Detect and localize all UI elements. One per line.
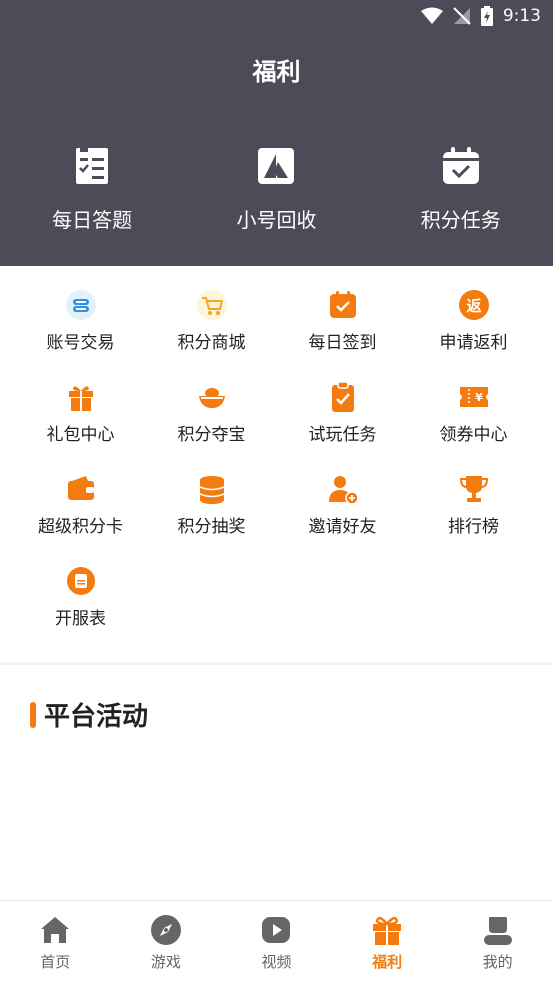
grid-item-label: 领券中心 xyxy=(439,425,508,445)
grid-item-points-lottery[interactable]: 积分抽奖 xyxy=(146,472,277,564)
top-features: 每日答题 小号回收 积分任务 xyxy=(0,146,553,233)
invite-user-icon xyxy=(328,476,359,505)
grid-item-rebate[interactable]: 返 申请返利 xyxy=(408,288,539,380)
bottom-tab-bar: 首页 游戏 视频 福利 我的 xyxy=(0,900,553,983)
user-icon xyxy=(483,917,512,945)
top-feature-points-task[interactable]: 积分任务 xyxy=(369,146,553,233)
grid-item-label: 邀请好友 xyxy=(308,517,377,537)
grid-item-label: 开服表 xyxy=(55,609,106,629)
tab-video[interactable]: 视频 xyxy=(221,901,332,983)
grid-item-daily-signin[interactable]: 每日签到 xyxy=(277,288,408,380)
grid-item-label: 积分抽奖 xyxy=(177,517,246,537)
grid-item-label: 排行榜 xyxy=(448,517,499,537)
grid-item-label: 申请返利 xyxy=(439,333,508,353)
server-list-icon xyxy=(66,567,95,595)
svg-text:返: 返 xyxy=(466,297,481,315)
grid-item-label: 超级积分卡 xyxy=(38,517,123,537)
coupon-icon: ¥ xyxy=(459,387,488,407)
grid-item-server-list[interactable]: 开服表 xyxy=(15,564,146,656)
svg-text:¥: ¥ xyxy=(475,391,483,404)
status-time: 9:13 xyxy=(502,6,541,26)
status-bar: 9:13 xyxy=(0,0,553,32)
rebate-icon: 返 xyxy=(458,290,489,320)
clipboard-task-icon xyxy=(331,381,354,412)
tab-label: 视频 xyxy=(261,953,292,971)
play-icon xyxy=(262,917,291,943)
daily-signin-icon xyxy=(329,291,356,318)
tab-label: 游戏 xyxy=(150,953,181,971)
top-feature-recycle[interactable]: 小号回收 xyxy=(184,146,368,233)
tab-label: 我的 xyxy=(482,953,513,971)
wallet-card-icon xyxy=(67,476,94,500)
tab-mine[interactable]: 我的 xyxy=(442,901,553,983)
wifi-icon xyxy=(420,7,443,24)
grid-item-label: 积分夺宝 xyxy=(177,425,246,445)
grid-item-label: 礼包中心 xyxy=(46,425,115,445)
gift-icon xyxy=(373,916,402,945)
section-divider xyxy=(0,662,553,665)
battery-charging-icon xyxy=(480,6,493,26)
grid-item-label: 账号交易 xyxy=(46,333,115,353)
grid-item-points-treasure[interactable]: 积分夺宝 xyxy=(146,380,277,472)
quiz-checklist-icon xyxy=(76,146,109,184)
page-title: 福利 xyxy=(252,58,301,86)
grid-item-super-points-card[interactable]: 超级积分卡 xyxy=(15,472,146,564)
compass-icon xyxy=(150,915,181,945)
tab-label: 福利 xyxy=(372,953,403,971)
grid-item-leaderboard[interactable]: 排行榜 xyxy=(408,472,539,564)
top-feature-label: 每日答题 xyxy=(52,208,133,232)
grid-item-gift-center[interactable]: 礼包中心 xyxy=(15,380,146,472)
welfare-header: 9:13 福利 每日答题 小号回收 积分任务 xyxy=(0,0,553,266)
grid-item-points-mall[interactable]: 积分商城 xyxy=(146,288,277,380)
tab-games[interactable]: 游戏 xyxy=(111,901,222,983)
tab-home[interactable]: 首页 xyxy=(0,901,111,983)
top-feature-label: 小号回收 xyxy=(236,208,317,232)
section-accent-bar xyxy=(30,701,36,728)
no-signal-icon xyxy=(453,7,471,25)
top-feature-label: 积分任务 xyxy=(420,208,501,232)
grid-item-trial-task[interactable]: 试玩任务 xyxy=(277,380,408,472)
shopping-cart-icon xyxy=(196,290,227,320)
function-grid: 账号交易 积分商城 每日签到 返 申请返利 礼包中心 积分夺宝 试玩任务 ¥ 领… xyxy=(0,288,553,656)
section-title: 平台活动 xyxy=(44,702,149,732)
grid-item-label: 每日签到 xyxy=(308,333,377,353)
grid-item-account-trade[interactable]: 账号交易 xyxy=(15,288,146,380)
trophy-icon xyxy=(459,476,488,502)
gift-icon xyxy=(68,386,93,411)
top-feature-daily-quiz[interactable]: 每日答题 xyxy=(0,146,184,233)
recycle-triangle-icon xyxy=(258,148,295,184)
treasure-bowl-icon xyxy=(198,388,225,408)
platform-activities-header: 平台活动 xyxy=(30,696,148,733)
grid-item-coupon-center[interactable]: ¥ 领券中心 xyxy=(408,380,539,472)
calendar-check-icon xyxy=(442,147,479,184)
tab-label: 首页 xyxy=(40,953,71,971)
grid-item-label: 试玩任务 xyxy=(308,425,377,445)
account-trade-icon xyxy=(65,290,96,320)
tab-welfare[interactable]: 福利 xyxy=(332,901,443,983)
grid-item-label: 积分商城 xyxy=(177,333,246,353)
home-icon xyxy=(41,917,70,943)
grid-item-invite-friends[interactable]: 邀请好友 xyxy=(277,472,408,564)
coin-stack-icon xyxy=(199,476,224,504)
